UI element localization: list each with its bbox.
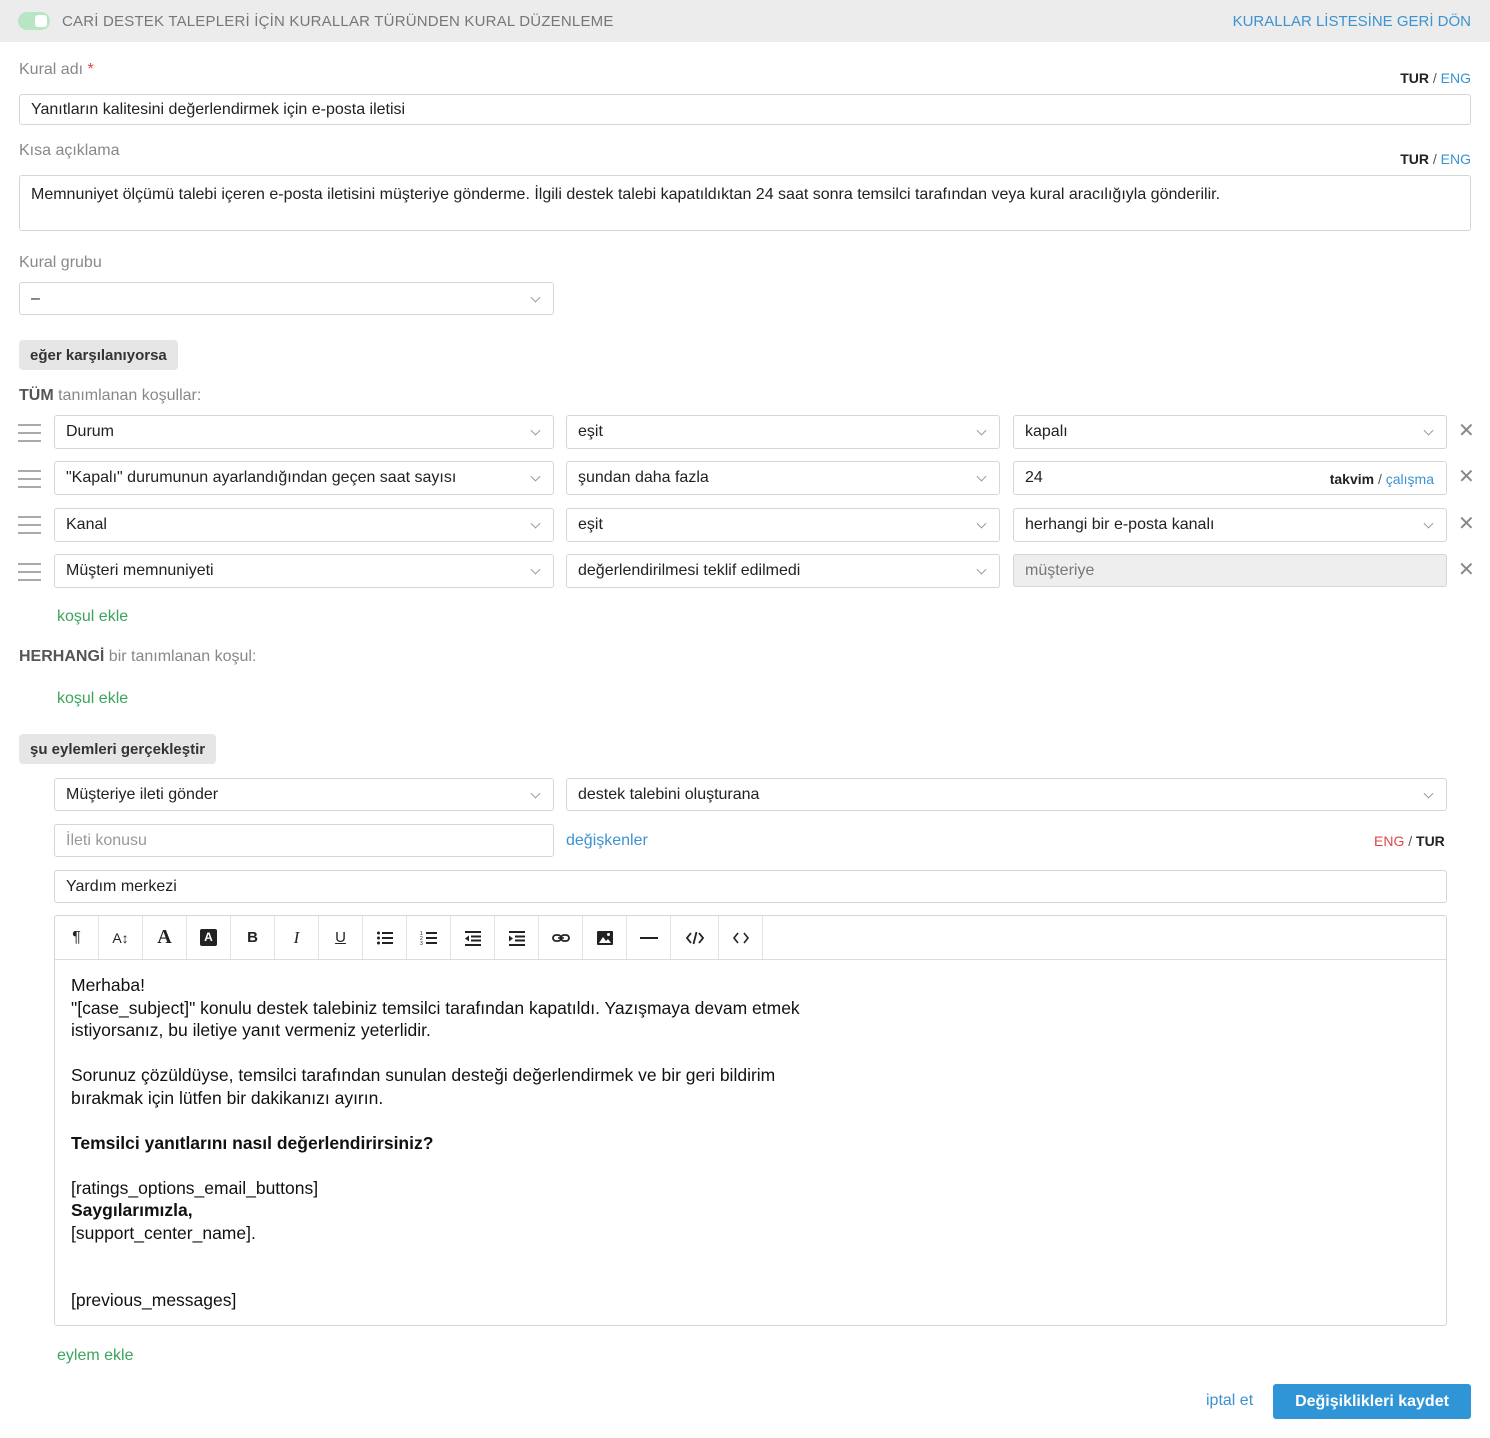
add-condition-all-link[interactable]: koşul ekle (57, 608, 128, 626)
condition-field-select[interactable]: Müşteri memnuniyeti (54, 554, 554, 588)
paragraph-icon[interactable]: ¶ (55, 916, 99, 959)
condition-field-select[interactable]: "Kapalı" durumunun ayarlandığından geçen… (54, 461, 554, 495)
action-type-select[interactable]: Müşteriye ileti gönder (54, 778, 554, 811)
remove-condition-icon[interactable]: ✕ (1458, 421, 1475, 441)
lang-tur[interactable]: TUR (1416, 833, 1445, 849)
chevron-down-icon (530, 425, 541, 436)
message-subject-input[interactable]: İleti konusu (54, 824, 554, 857)
message-lang-switch: ENG / TUR (1374, 833, 1445, 849)
font-size-icon[interactable]: A↕ (99, 916, 143, 959)
sender-name-input[interactable]: Yardım merkezi (54, 870, 1447, 903)
rule-name-label: Kural adı * (19, 61, 94, 78)
message-body[interactable]: Merhaba! "[case_subject]" konulu destek … (71, 974, 800, 1312)
if-section-pill: eğer karşılanıyorsa (19, 340, 178, 370)
lang-eng[interactable]: ENG (1374, 833, 1404, 849)
remove-condition-icon[interactable]: ✕ (1458, 467, 1475, 487)
add-condition-any-link[interactable]: koşul ekle (57, 690, 128, 708)
rule-name-input[interactable]: Yanıtların kalitesini değerlendirmek içi… (19, 94, 1471, 125)
page-title: CARİ DESTEK TALEPLERİ İÇİN KURALLAR TÜRÜ… (62, 13, 614, 30)
editor-toolbar: ¶ A↕ A A B I U 123 (55, 916, 1446, 960)
chevron-down-icon (530, 471, 541, 482)
condition-value-select[interactable]: kapalı (1013, 415, 1447, 449)
condition-operator-select[interactable]: eşit (566, 508, 1000, 542)
action-target-select[interactable]: destek talebini oluşturana (566, 778, 1447, 811)
chevron-down-icon (1423, 425, 1434, 436)
all-conditions-title: TÜM tanımlanan koşullar: (19, 387, 202, 404)
save-changes-button[interactable]: Değişiklikleri kaydet (1273, 1384, 1471, 1419)
variables-link[interactable]: değişkenler (566, 832, 648, 850)
chevron-down-icon (530, 788, 541, 799)
condition-value-readonly: müşteriye (1013, 554, 1447, 587)
any-conditions-title: HERHANGİ bir tanımlanan koşul: (19, 648, 257, 665)
condition-hours-input[interactable]: 24 takvim / çalışma (1013, 461, 1447, 495)
rule-group-select[interactable]: – (19, 282, 554, 315)
chevron-down-icon (976, 518, 987, 529)
chevron-down-icon (976, 564, 987, 575)
condition-operator-select[interactable]: değerlendirilmesi teklif edilmedi (566, 554, 1000, 588)
lang-eng[interactable]: ENG (1441, 151, 1471, 167)
short-description-textarea[interactable]: Memnuniyet ölçümü talebi içeren e-posta … (19, 175, 1471, 231)
horizontal-rule-icon[interactable] (627, 916, 671, 959)
chevron-down-icon (530, 564, 541, 575)
cancel-link[interactable]: iptal et (1206, 1392, 1253, 1410)
indent-icon[interactable] (495, 916, 539, 959)
lang-tur[interactable]: TUR (1400, 70, 1429, 86)
remove-condition-icon[interactable]: ✕ (1458, 514, 1475, 534)
condition-operator-select[interactable]: eşit (566, 415, 1000, 449)
numbered-list-icon[interactable]: 123 (407, 916, 451, 959)
chevron-down-icon (530, 518, 541, 529)
message-editor: ¶ A↕ A A B I U 123 Merhaba! "[case_subje… (54, 915, 1447, 1326)
outdent-icon[interactable] (451, 916, 495, 959)
back-to-rules-link[interactable]: KURALLAR LİSTESİNE GERİ DÖN (1233, 13, 1471, 30)
add-action-link[interactable]: eylem ekle (57, 1347, 133, 1365)
rule-name-lang-switch: TUR / ENG (1400, 70, 1471, 86)
chevron-down-icon (976, 425, 987, 436)
description-lang-switch: TUR / ENG (1400, 151, 1471, 167)
bullet-list-icon[interactable] (363, 916, 407, 959)
lang-eng[interactable]: ENG (1441, 70, 1471, 86)
chevron-down-icon (1423, 518, 1434, 529)
image-icon[interactable] (583, 916, 627, 959)
actions-section-pill: şu eylemleri gerçekleştir (19, 734, 217, 764)
drag-handle-icon[interactable] (18, 424, 41, 442)
chevron-down-icon (976, 471, 987, 482)
drag-handle-icon[interactable] (18, 470, 41, 488)
font-color-icon[interactable]: A (143, 916, 187, 959)
underline-icon[interactable]: U (319, 916, 363, 959)
short-description-label: Kısa açıklama (19, 142, 120, 159)
time-unit-switch: takvim / çalışma (1329, 471, 1434, 487)
unit-calendar[interactable]: takvim (1330, 471, 1374, 487)
remove-condition-icon[interactable]: ✕ (1458, 560, 1475, 580)
page-header: CARİ DESTEK TALEPLERİ İÇİN KURALLAR TÜRÜ… (0, 0, 1490, 42)
source-icon[interactable] (719, 916, 763, 959)
rule-enabled-toggle[interactable] (18, 12, 50, 30)
drag-handle-icon[interactable] (18, 516, 41, 534)
bold-icon[interactable]: B (231, 916, 275, 959)
code-view-icon[interactable] (671, 916, 719, 959)
rule-group-value: – (31, 289, 40, 307)
drag-handle-icon[interactable] (18, 563, 41, 581)
svg-text:3: 3 (420, 941, 423, 947)
link-icon[interactable] (539, 916, 583, 959)
toggle-knob (35, 15, 47, 27)
chevron-down-icon (1423, 788, 1434, 799)
condition-field-select[interactable]: Kanal (54, 508, 554, 542)
lang-tur[interactable]: TUR (1400, 151, 1429, 167)
unit-working[interactable]: çalışma (1386, 471, 1434, 487)
background-color-icon[interactable]: A (187, 916, 231, 959)
condition-operator-select[interactable]: şundan daha fazla (566, 461, 1000, 495)
chevron-down-icon (530, 292, 541, 303)
condition-value-select[interactable]: herhangi bir e-posta kanalı (1013, 508, 1447, 542)
rule-group-label: Kural grubu (19, 254, 102, 271)
italic-icon[interactable]: I (275, 916, 319, 959)
condition-field-select[interactable]: Durum (54, 415, 554, 449)
